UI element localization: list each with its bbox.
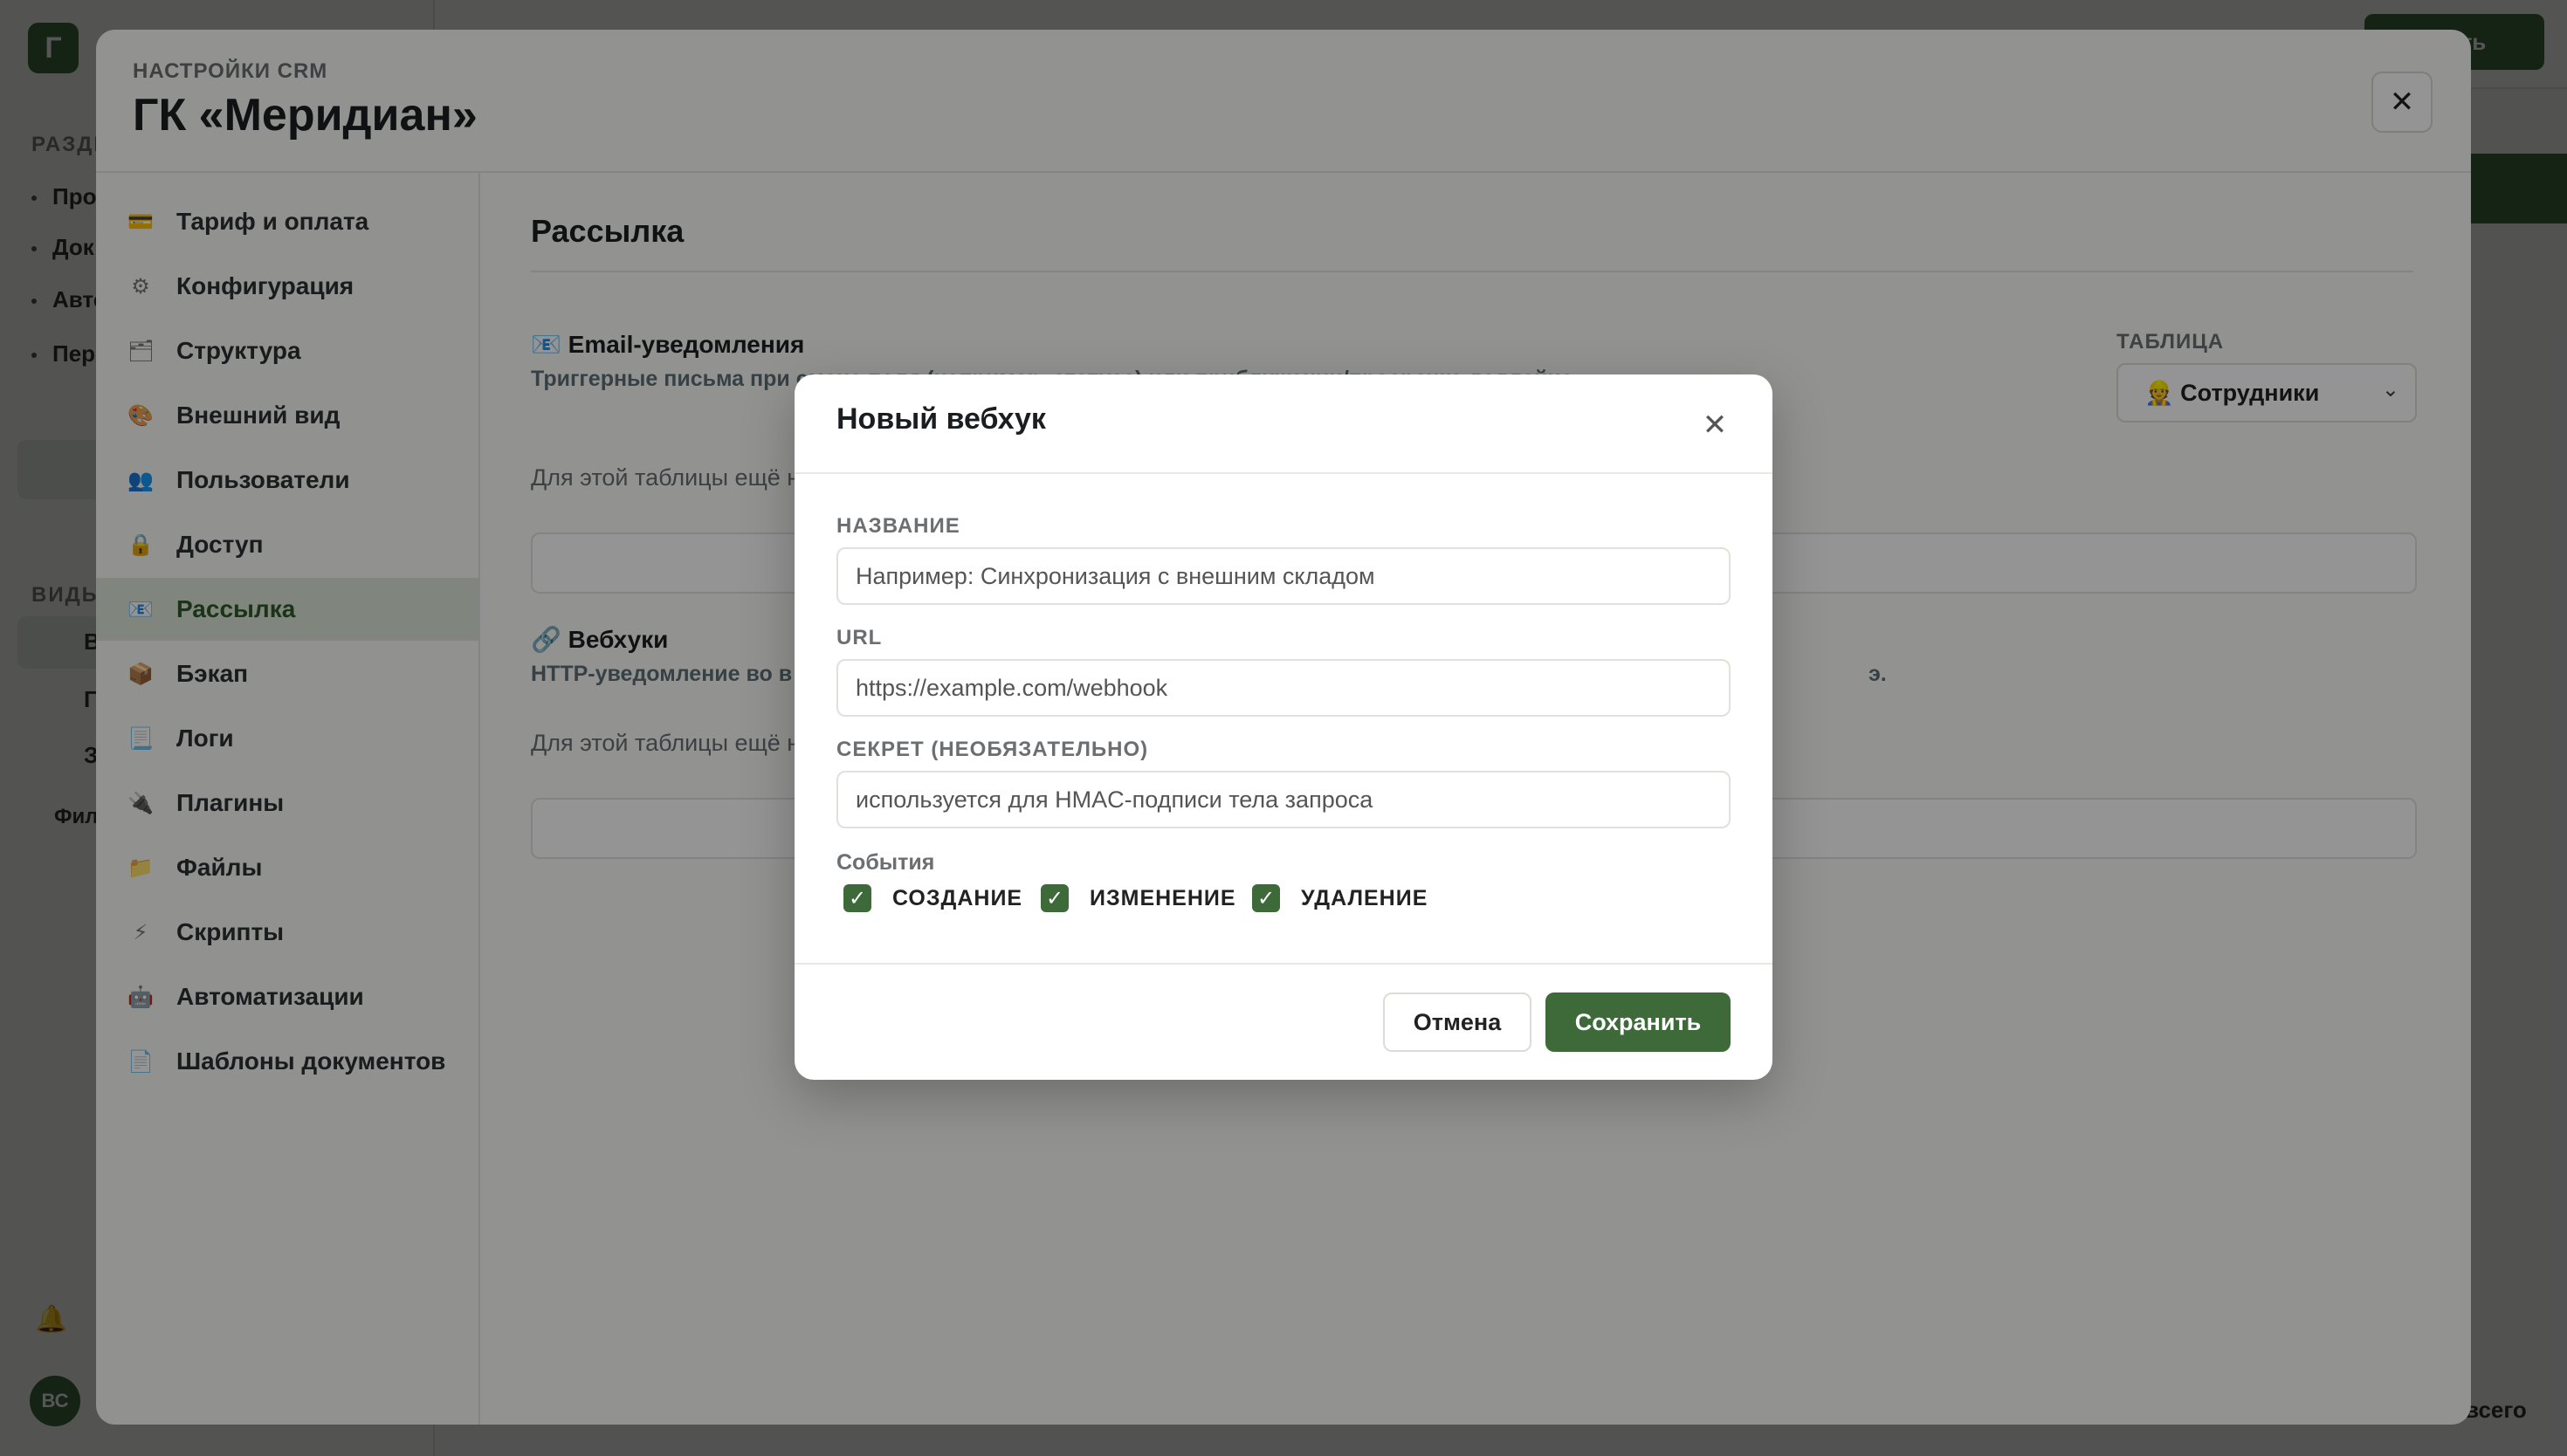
url-input[interactable] bbox=[836, 659, 1731, 717]
event-delete-option[interactable]: ✓ УДАЛЕНИЕ bbox=[1252, 884, 1428, 912]
secret-input[interactable] bbox=[836, 771, 1731, 828]
event-update-checkbox[interactable]: ✓ bbox=[1041, 884, 1069, 912]
close-icon[interactable]: ✕ bbox=[1697, 408, 1732, 443]
new-webhook-dialog: Новый вебхук ✕ НАЗВАНИЕ URL СЕКРЕТ (НЕОБ… bbox=[795, 374, 1772, 1080]
divider bbox=[795, 472, 1772, 474]
name-input[interactable] bbox=[836, 547, 1731, 605]
cancel-button[interactable]: Отмена bbox=[1383, 992, 1531, 1052]
event-update-option[interactable]: ✓ ИЗМЕНЕНИЕ bbox=[1041, 884, 1236, 912]
event-create-checkbox[interactable]: ✓ bbox=[843, 884, 871, 912]
secret-label: СЕКРЕТ (НЕОБЯЗАТЕЛЬНО) bbox=[836, 738, 1149, 761]
event-delete-checkbox[interactable]: ✓ bbox=[1252, 884, 1280, 912]
divider bbox=[795, 963, 1772, 965]
events-label: События bbox=[836, 850, 935, 875]
name-label: НАЗВАНИЕ bbox=[836, 514, 960, 538]
event-create-option[interactable]: ✓ СОЗДАНИЕ bbox=[843, 884, 1022, 912]
url-label: URL bbox=[836, 626, 883, 649]
save-button[interactable]: Сохранить bbox=[1545, 992, 1731, 1052]
dialog-title: Новый вебхук bbox=[836, 402, 1046, 436]
